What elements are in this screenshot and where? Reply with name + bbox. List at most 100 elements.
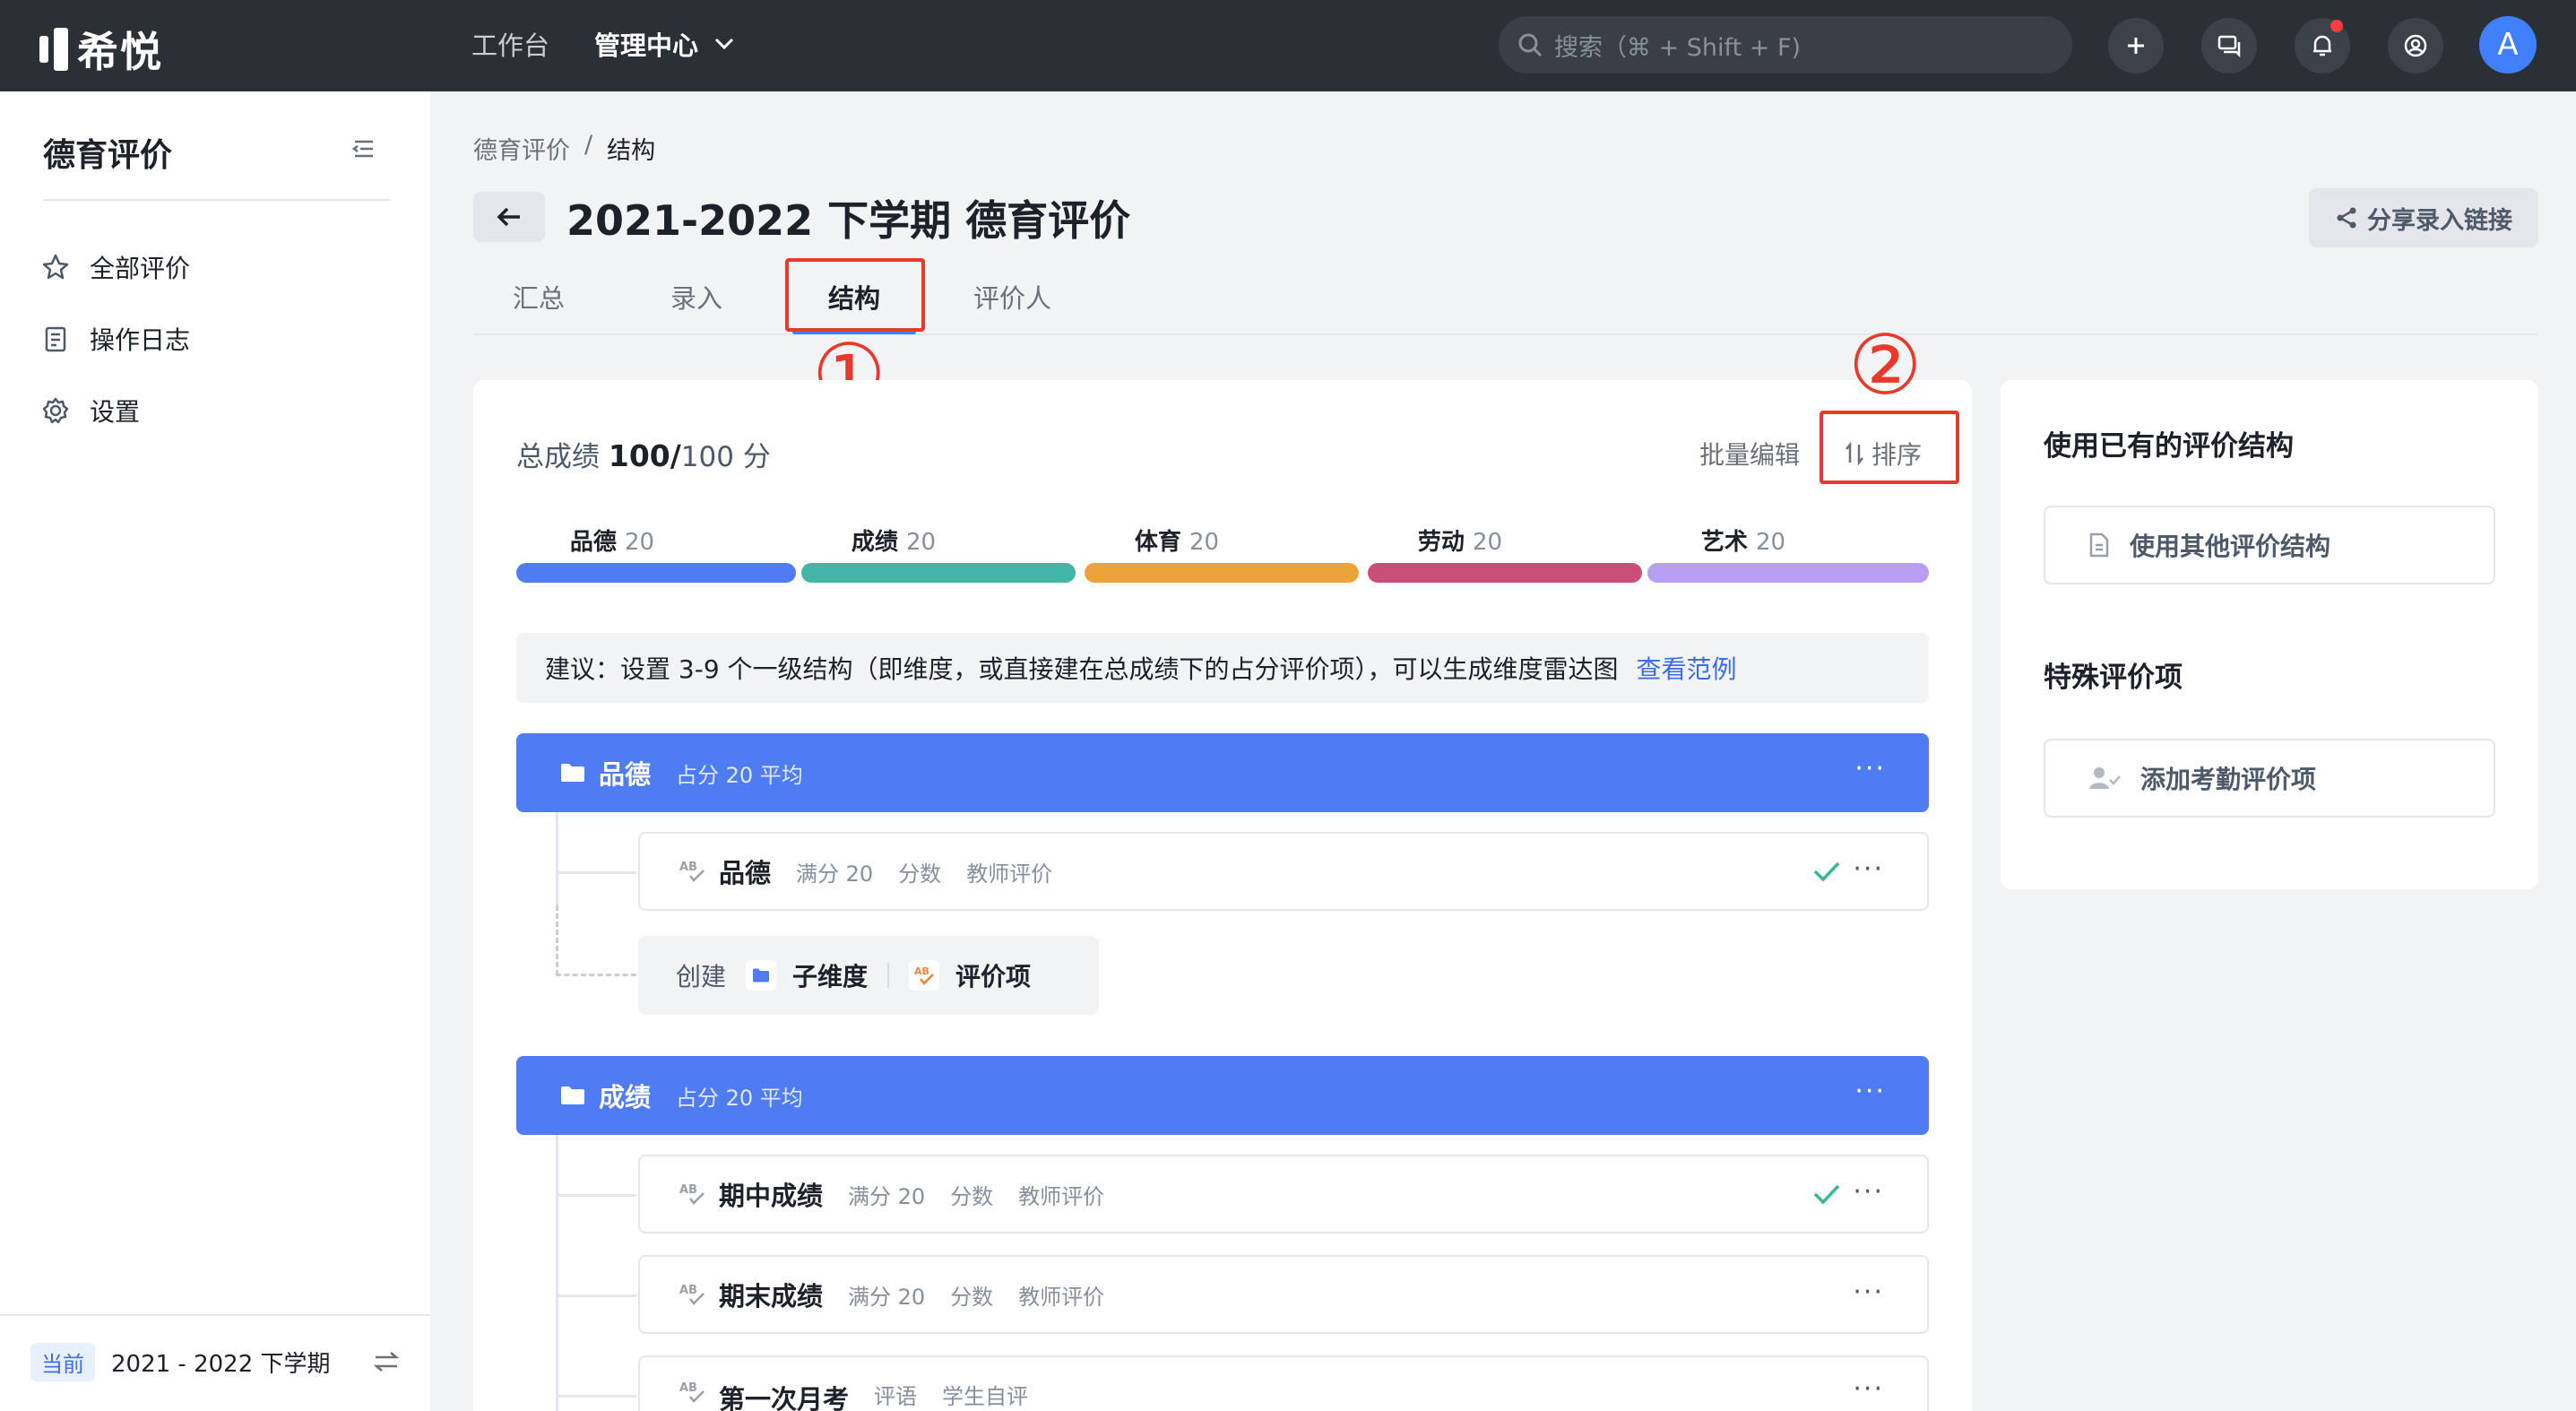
sub-dimension-label: 子维度 — [792, 962, 869, 991]
notifications-button[interactable] — [2295, 18, 2350, 74]
segment-bar-3 — [1085, 563, 1359, 583]
tab-entry[interactable]: 录入 — [670, 278, 722, 316]
score-item-icon: AB — [679, 861, 705, 882]
tab-summary[interactable]: 汇总 — [513, 278, 565, 316]
search-input[interactable]: 搜索（⌘ + Shift + F) — [1499, 16, 2072, 74]
app-logo[interactable]: 希悦 — [39, 20, 163, 79]
sidebar-footer-divider — [0, 1314, 430, 1316]
item-type: 分数 — [950, 1183, 994, 1209]
page-title: 2021-2022 下学期 德育评价 — [566, 196, 1131, 245]
share-icon — [2337, 207, 2356, 229]
collapse-icon — [351, 140, 373, 158]
segment-bar-2 — [801, 563, 1076, 583]
tree-dashed-line — [556, 905, 558, 975]
dimension-header[interactable]: 成绩 占分 20 平均 ··· — [516, 1056, 1929, 1135]
add-button[interactable] — [2108, 18, 2164, 74]
check-icon — [1813, 861, 1840, 882]
current-badge: 当前 — [30, 1343, 95, 1381]
existing-structure-title: 使用已有的评价结构 — [2044, 430, 2294, 463]
support-icon — [2404, 34, 2427, 57]
sidebar-item-operation-log[interactable]: 操作日志 — [41, 321, 190, 357]
more-options-button[interactable]: ··· — [1853, 1277, 1884, 1308]
item-type: 评语 — [874, 1384, 918, 1409]
more-options-button[interactable]: ··· — [1853, 853, 1884, 885]
switch-term-button[interactable] — [373, 1350, 400, 1373]
score-item-icon: AB — [679, 1381, 705, 1403]
evaluation-item-row[interactable]: AB 品德 满分 20 分数 教师评价 ··· — [638, 832, 1929, 911]
back-button[interactable] — [473, 192, 545, 242]
side-panel: 使用已有的评价结构 使用其他评价结构 特殊评价项 添加考勤评价项 — [2001, 380, 2538, 889]
item-full-score: 满分 20 — [848, 1183, 926, 1209]
evaluation-item-row[interactable]: AB 期中成绩 满分 20 分数 教师评价 ··· — [638, 1155, 1929, 1234]
chevron-down-icon — [714, 38, 734, 50]
tree-line — [556, 1294, 636, 1297]
nav-admin-center[interactable]: 管理中心 — [594, 25, 734, 63]
sidebar-title: 德育评价 — [43, 137, 173, 174]
collapse-sidebar-button[interactable] — [351, 138, 375, 160]
item-name: 期中成绩 — [719, 1181, 824, 1211]
avatar[interactable]: A — [2479, 16, 2537, 74]
segment-label: 劳动 20 — [1417, 529, 1503, 556]
add-attendance-item-button[interactable]: 添加考勤评价项 — [2044, 739, 2495, 818]
total-label: 总成绩 — [516, 441, 600, 473]
check-icon — [1813, 1184, 1840, 1205]
search-placeholder: 搜索（⌘ + Shift + F) — [1554, 33, 1802, 62]
total-score-max: 100 分 — [680, 441, 771, 473]
score-item-icon: AB — [909, 960, 940, 991]
folder-icon — [561, 1086, 584, 1104]
breadcrumb-root[interactable]: 德育评价 — [473, 131, 570, 166]
batch-edit-button[interactable]: 批量编辑 — [1699, 436, 1800, 472]
item-name: 品德 — [719, 858, 772, 888]
folder-icon — [746, 960, 777, 991]
share-entry-link-button[interactable]: 分享录入链接 — [2309, 188, 2538, 247]
search-icon — [1518, 33, 1543, 57]
use-other-structure-label: 使用其他评价结构 — [2130, 532, 2331, 561]
chat-icon — [2217, 35, 2241, 57]
segment-bar-5 — [1647, 563, 1929, 583]
tree-dashed-line — [556, 974, 636, 976]
sidebar-item-all-evaluations[interactable]: 全部评价 — [41, 249, 190, 285]
evaluation-item-row[interactable]: AB 第一次月考 评语 学生自评 ··· — [638, 1355, 1929, 1411]
notification-dot — [2330, 20, 2343, 32]
suggestion-tip: 建议：设置 3-9 个一级结构（即维度，或直接建在总成绩下的占分评价项），可以生… — [516, 633, 1929, 703]
create-sub-dimension-button[interactable]: 子维度 — [746, 957, 868, 993]
dimension-name: 品德 — [599, 759, 652, 790]
create-eval-item-button[interactable]: AB 评价项 — [909, 957, 1031, 993]
more-options-button[interactable]: ··· — [1853, 1176, 1884, 1208]
structure-card: 总成绩 100/100 分 批量编辑 排序 品德 20 成绩 20 体育 20 … — [473, 380, 1972, 1411]
nav-workbench[interactable]: 工作台 — [471, 25, 549, 63]
segment-label: 艺术 20 — [1700, 529, 1786, 556]
share-label: 分享录入链接 — [2367, 206, 2512, 235]
tree-line — [556, 1135, 558, 1411]
more-options-button[interactable]: ··· — [1854, 1076, 1886, 1107]
special-items-title: 特殊评价项 — [2044, 662, 2183, 694]
tree-line — [556, 1395, 636, 1398]
breadcrumb-separator: / — [584, 131, 593, 159]
help-button[interactable] — [2388, 18, 2443, 74]
top-nav: 工作台 管理中心 — [471, 25, 734, 63]
logo-text: 希悦 — [77, 28, 163, 76]
top-bar: 希悦 工作台 管理中心 搜索（⌘ + Shift + F) A — [0, 0, 2576, 91]
evaluation-item-row[interactable]: AB 期末成绩 满分 20 分数 教师评价 ··· — [638, 1255, 1929, 1334]
more-options-button[interactable]: ··· — [1853, 1373, 1884, 1405]
sidebar-item-settings[interactable]: 设置 — [41, 393, 140, 428]
item-evaluator: 学生自评 — [942, 1384, 1029, 1409]
item-evaluator: 教师评价 — [1018, 1284, 1105, 1310]
messages-button[interactable] — [2201, 18, 2257, 74]
view-example-link[interactable]: 查看范例 — [1637, 650, 1737, 686]
annotation-box-1 — [785, 258, 925, 332]
sidebar-divider — [43, 199, 391, 201]
tab-evaluators[interactable]: 评价人 — [973, 278, 1051, 316]
score-item-icon: AB — [679, 1284, 705, 1305]
logo-icon — [39, 28, 68, 71]
dimension-name: 成绩 — [599, 1082, 652, 1112]
item-full-score: 满分 20 — [796, 861, 874, 887]
tree-line — [556, 812, 558, 905]
current-term: 当前 2021 - 2022 下学期 — [30, 1343, 331, 1381]
eval-item-label: 评价项 — [955, 962, 1032, 991]
item-type: 分数 — [898, 861, 942, 887]
use-other-structure-button[interactable]: 使用其他评价结构 — [2044, 506, 2495, 584]
dimension-meta: 占分 20 平均 — [676, 1085, 803, 1111]
more-options-button[interactable]: ··· — [1854, 753, 1886, 784]
dimension-header[interactable]: 品德 占分 20 平均 ··· — [516, 733, 1929, 812]
